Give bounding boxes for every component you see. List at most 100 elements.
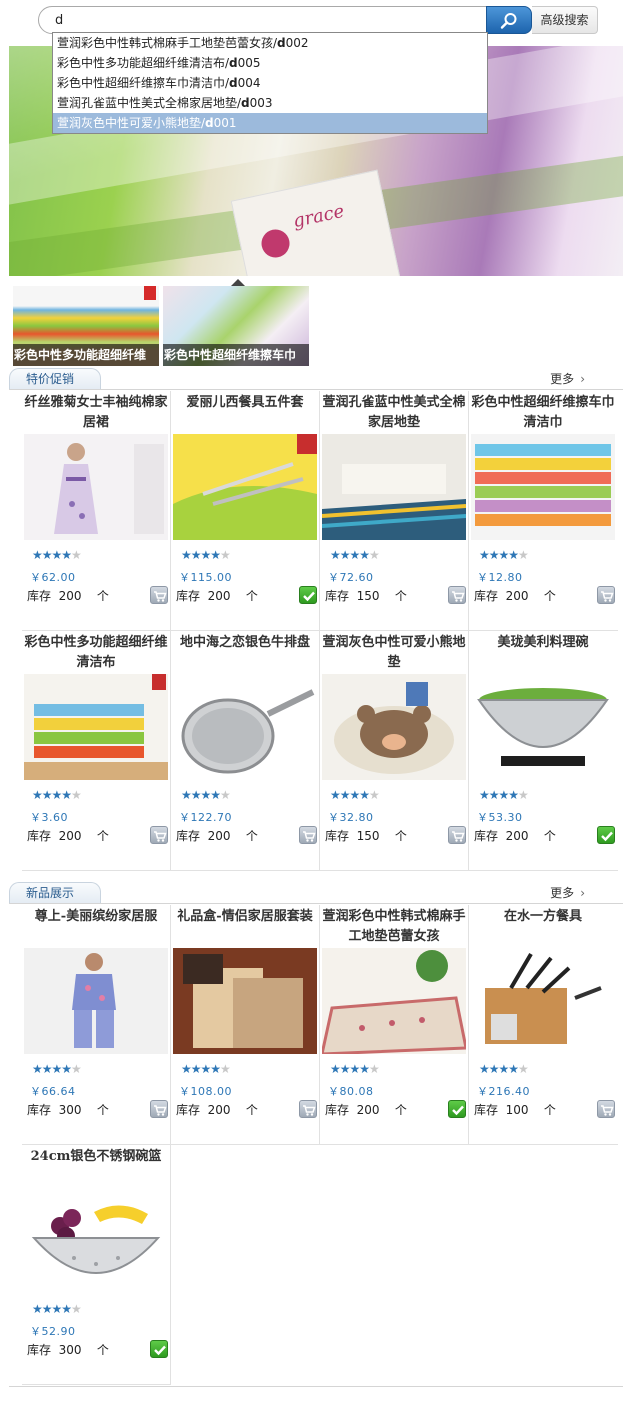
product-title[interactable]: 地中海之恋银色牛排盘 [171,631,319,675]
add-to-cart-icon[interactable] [448,826,466,844]
product-stock: 库存 200 个 [27,589,109,603]
rating-stars: ★★★★★ [32,548,82,562]
product-title[interactable]: 24cm银色不锈钢碗篮 [22,1145,170,1189]
add-to-cart-icon[interactable] [150,586,168,604]
product-image[interactable] [173,674,317,780]
product-stock: 库存 200 个 [176,829,258,843]
rating-stars: ★★★★★ [32,788,82,802]
banner-thumb[interactable]: 彩色中性多功能超细纤维 [13,286,159,366]
add-to-cart-icon[interactable] [150,1100,168,1118]
tab-new-products[interactable]: 新品展示 [9,882,101,904]
product-card: 爱丽儿西餐具五件套 ★★★★★ ￥115.00 库存 200 个 [171,391,320,631]
added-check-icon[interactable] [299,586,317,604]
product-title[interactable]: 彩色中性超细纤维擦车巾清洁巾 [469,391,617,435]
added-check-icon[interactable] [597,826,615,844]
product-title[interactable]: 萱润灰色中性可爱小熊地垫 [320,631,468,675]
suggestion-item[interactable]: 彩色中性超细纤维擦车巾清洁巾/d004 [53,73,487,93]
add-to-cart-icon[interactable] [299,826,317,844]
product-stock: 库存 300 个 [27,1103,109,1117]
product-image[interactable] [471,674,615,780]
add-to-cart-icon[interactable] [597,1100,615,1118]
rating-stars: ★★★★★ [479,548,529,562]
product-title[interactable]: 在水一方餐具 [469,905,617,949]
product-stock: 库存 150 个 [325,589,407,603]
promo-more-link[interactable]: 更多 › [550,370,585,387]
product-title[interactable]: 纤丝雅菊女士丰袖纯棉家居裙 [22,391,170,435]
rating-stars: ★★★★★ [32,1302,82,1316]
product-title[interactable]: 萱润孔雀蓝中性美式全棉家居地垫 [320,391,468,435]
rating-stars: ★★★★★ [330,548,380,562]
product-card: 彩色中性超细纤维擦车巾清洁巾 ★★★★★ ￥12.80 库存 200 个 [469,391,618,631]
product-stock: 库存 150 个 [325,829,407,843]
product-stock: 库存 300 个 [27,1343,109,1357]
banner-thumb[interactable]: 彩色中性超细纤维擦车巾 [163,286,309,366]
new-more-link[interactable]: 更多 › [550,884,585,901]
rating-stars: ★★★★★ [181,1062,231,1076]
new-product-grid: 尊上-美丽缤纷家居服 ★★★★★ ￥66.64 库存 300 个 礼品盒-情侣家居服套装… [22,905,618,1385]
suggestion-item[interactable]: 萱润彩色中性韩式棉麻手工地垫芭蕾女孩/d002 [53,33,487,53]
rating-stars: ★★★★★ [330,788,380,802]
rating-stars: ★★★★★ [32,1062,82,1076]
product-image[interactable] [322,434,466,540]
search-input[interactable] [38,6,490,34]
product-price: ￥3.60 [30,811,68,824]
product-image[interactable] [24,674,168,780]
suggestion-item[interactable]: 萱润孔雀蓝中性美式全棉家居地垫/d003 [53,93,487,113]
search-button[interactable] [486,6,532,34]
search-bar: 高级搜索 [38,6,598,34]
product-title[interactable]: 尊上-美丽缤纷家居服 [22,905,170,949]
added-check-icon[interactable] [150,1340,168,1358]
banner-thumbnails: 彩色中性多功能超细纤维 彩色中性超细纤维擦车巾 [13,286,333,366]
product-image[interactable] [24,948,168,1054]
product-title[interactable]: 美珑美利料理碗 [469,631,617,675]
product-price: ￥53.30 [477,811,523,824]
product-title[interactable]: 爱丽儿西餐具五件套 [171,391,319,435]
product-image[interactable] [471,948,615,1054]
added-check-icon[interactable] [448,1100,466,1118]
product-price: ￥122.70 [179,811,232,824]
product-card: 彩色中性多功能超细纤维清洁布 ★★★★★ ￥3.60 库存 200 个 [22,631,171,871]
product-price: ￥62.00 [30,571,76,584]
product-stock: 库存 200 个 [176,1103,258,1117]
add-to-cart-icon[interactable] [448,586,466,604]
product-title[interactable]: 萱润彩色中性韩式棉麻手工地垫芭蕾女孩 [320,905,468,949]
rating-stars: ★★★★★ [330,1062,380,1076]
add-to-cart-icon[interactable] [299,1100,317,1118]
product-card: 礼品盒-情侣家居服套装 ★★★★★ ￥108.00 库存 200 个 [171,905,320,1145]
add-to-cart-icon[interactable] [597,586,615,604]
product-image[interactable] [24,434,168,540]
product-card: 纤丝雅菊女士丰袖纯棉家居裙 ★★★★★ ￥62.00 库存 200 个 [22,391,171,631]
tab-promo[interactable]: 特价促销 [9,368,101,390]
banner-pointer-icon [231,279,245,286]
add-to-cart-icon[interactable] [150,826,168,844]
suggestion-item[interactable]: 彩色中性多功能超细纤维清洁布/d005 [53,53,487,73]
product-stock: 库存 200 个 [27,829,109,843]
sale-tag-icon [144,286,156,300]
product-image[interactable] [322,674,466,780]
product-image[interactable] [173,434,317,540]
product-tag-image: grace [230,169,402,276]
rating-stars: ★★★★★ [479,788,529,802]
suggestion-item[interactable]: 萱润灰色中性可爱小熊地垫/d001 [53,113,487,133]
product-card: 24cm银色不锈钢碗篮 ★★★★★ ￥52.90 库存 300 个 [22,1145,171,1385]
advanced-search-button[interactable]: 高级搜索 [532,6,598,34]
promo-section-header: 特价促销 更多 › [9,368,623,390]
product-card: 地中海之恋银色牛排盘 ★★★★★ ￥122.70 库存 200 个 [171,631,320,871]
product-card: 在水一方餐具 ★★★★★ ￥216.40 库存 100 个 [469,905,618,1145]
product-title[interactable]: 彩色中性多功能超细纤维清洁布 [22,631,170,675]
flower-logo-icon [258,226,293,261]
product-price: ￥72.60 [328,571,374,584]
product-image[interactable] [322,948,466,1054]
product-image[interactable] [471,434,615,540]
search-icon [500,13,517,29]
promo-product-grid: 纤丝雅菊女士丰袖纯棉家居裙 ★★★★★ ￥62.00 库存 200 个 爱丽儿西餐具五件… [22,391,618,871]
brand-logo: grace [291,200,347,233]
product-image[interactable] [173,948,317,1054]
chevron-right-icon: › [580,372,585,386]
search-suggestions: 萱润彩色中性韩式棉麻手工地垫芭蕾女孩/d002 彩色中性多功能超细纤维清洁布/d0… [52,32,488,134]
product-title[interactable]: 礼品盒-情侣家居服套装 [171,905,319,949]
product-stock: 库存 200 个 [325,1103,407,1117]
banner-thumb-caption: 彩色中性超细纤维擦车巾 [163,344,309,366]
new-section-header: 新品展示 更多 › [9,882,623,904]
product-image[interactable] [24,1188,168,1294]
